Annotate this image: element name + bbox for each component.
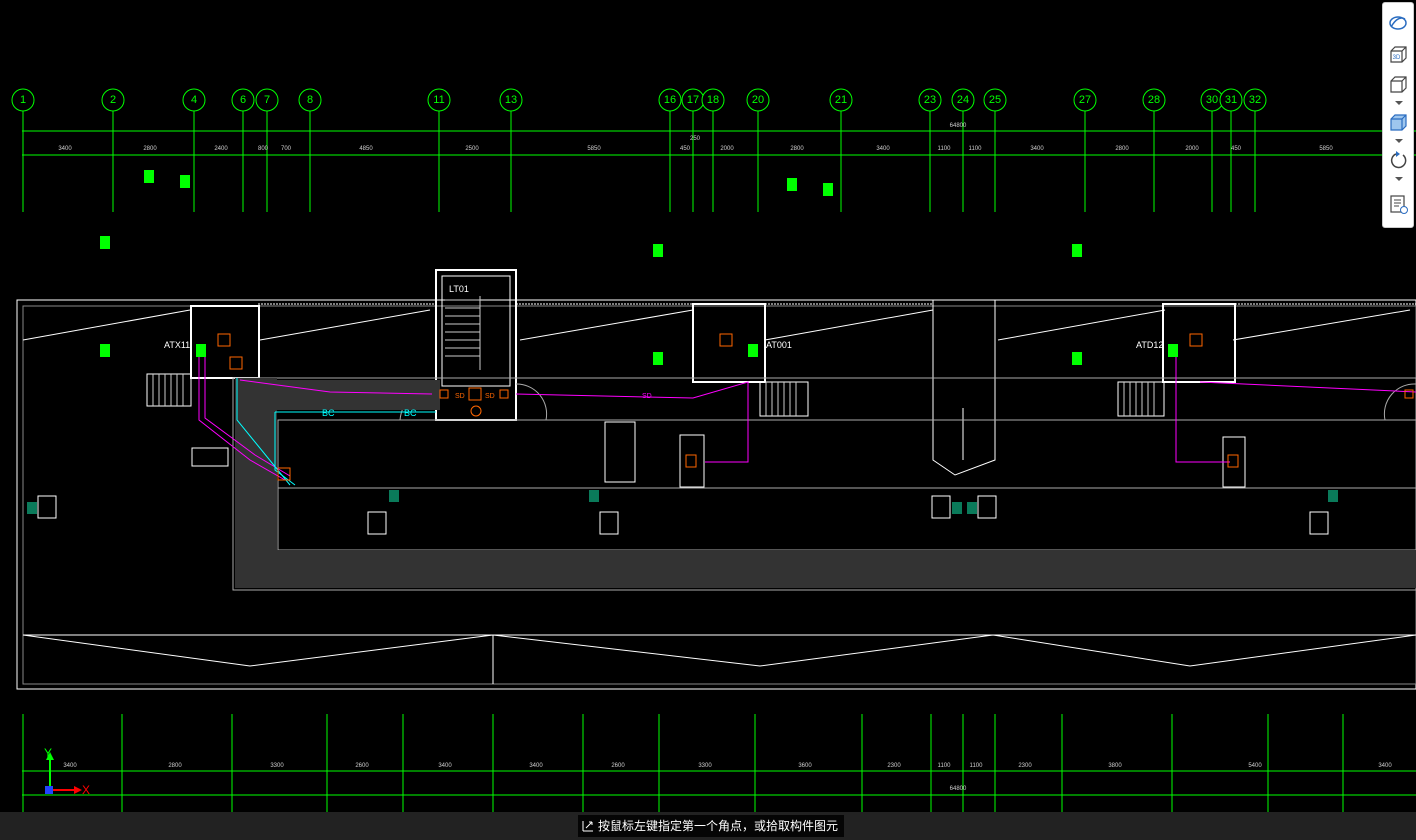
- layer-properties-icon[interactable]: [1387, 193, 1409, 215]
- top-dimension: 700: [281, 146, 292, 152]
- bottom-dimension: 3600: [798, 763, 812, 769]
- pipe-label-bc-1: BC: [322, 408, 335, 418]
- top-dimension: 5850: [1319, 146, 1333, 152]
- top-axis-label: 32: [1249, 94, 1261, 106]
- top-dimension: 3400: [876, 146, 890, 152]
- top-axis-label: 21: [835, 94, 847, 106]
- bottom-dimension: 3400: [438, 763, 452, 769]
- teal-markers: [27, 490, 1338, 514]
- command-prompt: 按鼠标左键指定第一个角点，或拾取构件图元: [578, 815, 845, 837]
- cad-drawing-canvas[interactable]: 1 2 4 6 7 8 11 13 16 17 18 20 21 23 24 25 27 28 30 31 32 648…: [0, 0, 1416, 840]
- select-cursor-icon: [582, 821, 593, 832]
- top-axis-label: 27: [1079, 94, 1091, 106]
- top-total-dimension: 64800: [950, 123, 967, 129]
- top-dimension: 2800: [790, 146, 804, 152]
- top-axis-label: 7: [264, 94, 270, 106]
- bottom-dimension: 2300: [887, 763, 901, 769]
- bottom-dimension: 1100: [970, 763, 984, 769]
- top-axis-label: 11: [433, 94, 444, 106]
- top-axis-label: 18: [707, 94, 719, 106]
- top-dimension: 2500: [465, 146, 479, 152]
- top-axis-grid: 1 2 4 6 7 8 11 13 16 17 18 20 21 23 24 25 27 28 30 31 32 648…: [11, 88, 1416, 212]
- stair-label: LT01: [449, 284, 469, 294]
- top-axis-label: 8: [307, 94, 313, 106]
- top-axis-label: 24: [957, 94, 969, 106]
- top-dimension: 2800: [143, 146, 157, 152]
- building-plan: [16, 269, 1416, 690]
- top-axis-label: 20: [752, 94, 764, 106]
- top-axis-label: 23: [924, 94, 936, 106]
- rotate-icon[interactable]: [1387, 149, 1409, 171]
- chevron-down-icon[interactable]: [1395, 177, 1403, 181]
- panel-label-right: ATD12: [1136, 340, 1163, 350]
- top-dimension: 4850: [359, 146, 373, 152]
- top-dimension: 1100: [938, 146, 952, 152]
- top-axis-label: 6: [240, 94, 246, 106]
- 3d-view-icon[interactable]: 3D: [1387, 43, 1409, 65]
- svg-text:3D: 3D: [1393, 55, 1401, 61]
- top-view-icon[interactable]: [1387, 111, 1409, 133]
- top-dimension: 3400: [58, 146, 72, 152]
- top-dimension: 450: [1231, 146, 1242, 152]
- chevron-down-icon[interactable]: [1395, 101, 1403, 105]
- top-dimension: 450: [680, 146, 691, 152]
- top-axis-label: 28: [1148, 94, 1160, 106]
- bottom-dimension: 3300: [270, 763, 284, 769]
- top-dimension: 1100: [969, 146, 983, 152]
- green-markers: [100, 170, 1178, 365]
- bottom-total-dimension: 64800: [950, 786, 967, 792]
- top-axis-label: 2: [110, 94, 116, 106]
- equipment-units: [37, 447, 1329, 535]
- top-axis-label: 31: [1225, 94, 1237, 106]
- sd-label-1: SD: [455, 393, 465, 400]
- bottom-dimension: 3300: [698, 763, 712, 769]
- top-axis-label: 1: [20, 94, 26, 106]
- top-axis-label: 30: [1206, 94, 1218, 106]
- chevron-down-icon[interactable]: [1395, 139, 1403, 143]
- top-dimension: 2800: [1115, 146, 1129, 152]
- bottom-dimension: 1100: [938, 763, 952, 769]
- bottom-dimension: 3400: [1378, 763, 1392, 769]
- bottom-dimension: 5400: [1248, 763, 1262, 769]
- bottom-dimension: 2600: [355, 763, 369, 769]
- top-axis-label: 4: [191, 94, 197, 106]
- bottom-dimension: 2600: [611, 763, 625, 769]
- top-axis-label: 16: [664, 94, 676, 106]
- top-axis-label: 17: [687, 94, 699, 106]
- top-dimension: 2000: [1185, 146, 1199, 152]
- bottom-dimension: 3400: [63, 763, 77, 769]
- top-dimension: 2000: [720, 146, 734, 152]
- panel-label-left: ATX11: [164, 340, 190, 350]
- bottom-dimension: 2800: [168, 763, 182, 769]
- top-dimension: 5850: [587, 146, 601, 152]
- top-extra-dimension: 250: [690, 136, 701, 142]
- sd-label-3: SD: [642, 393, 652, 400]
- pipe-label-bc-2: BC: [404, 408, 417, 418]
- panel-label-mid: AT001: [766, 340, 792, 350]
- top-dimension: 2400: [214, 146, 228, 152]
- top-axis-label: 25: [989, 94, 1001, 106]
- orbit-icon[interactable]: [1387, 11, 1409, 33]
- top-dimension: 3400: [1030, 146, 1044, 152]
- command-prompt-text: 按鼠标左键指定第一个角点，或拾取构件图元: [598, 819, 839, 833]
- bottom-dimension: 2300: [1018, 763, 1032, 769]
- top-axis-label: 13: [505, 94, 517, 106]
- bottom-dimension: 3800: [1108, 763, 1122, 769]
- box-view-icon[interactable]: [1387, 73, 1409, 95]
- sd-label-2: SD: [485, 393, 495, 400]
- bottom-dimension: 3400: [529, 763, 543, 769]
- top-dimension: 800: [258, 146, 269, 152]
- ucs-y-label: Y: [44, 746, 52, 760]
- ucs-x-label: X: [82, 783, 90, 797]
- view-toolbar: 3D: [1382, 2, 1414, 228]
